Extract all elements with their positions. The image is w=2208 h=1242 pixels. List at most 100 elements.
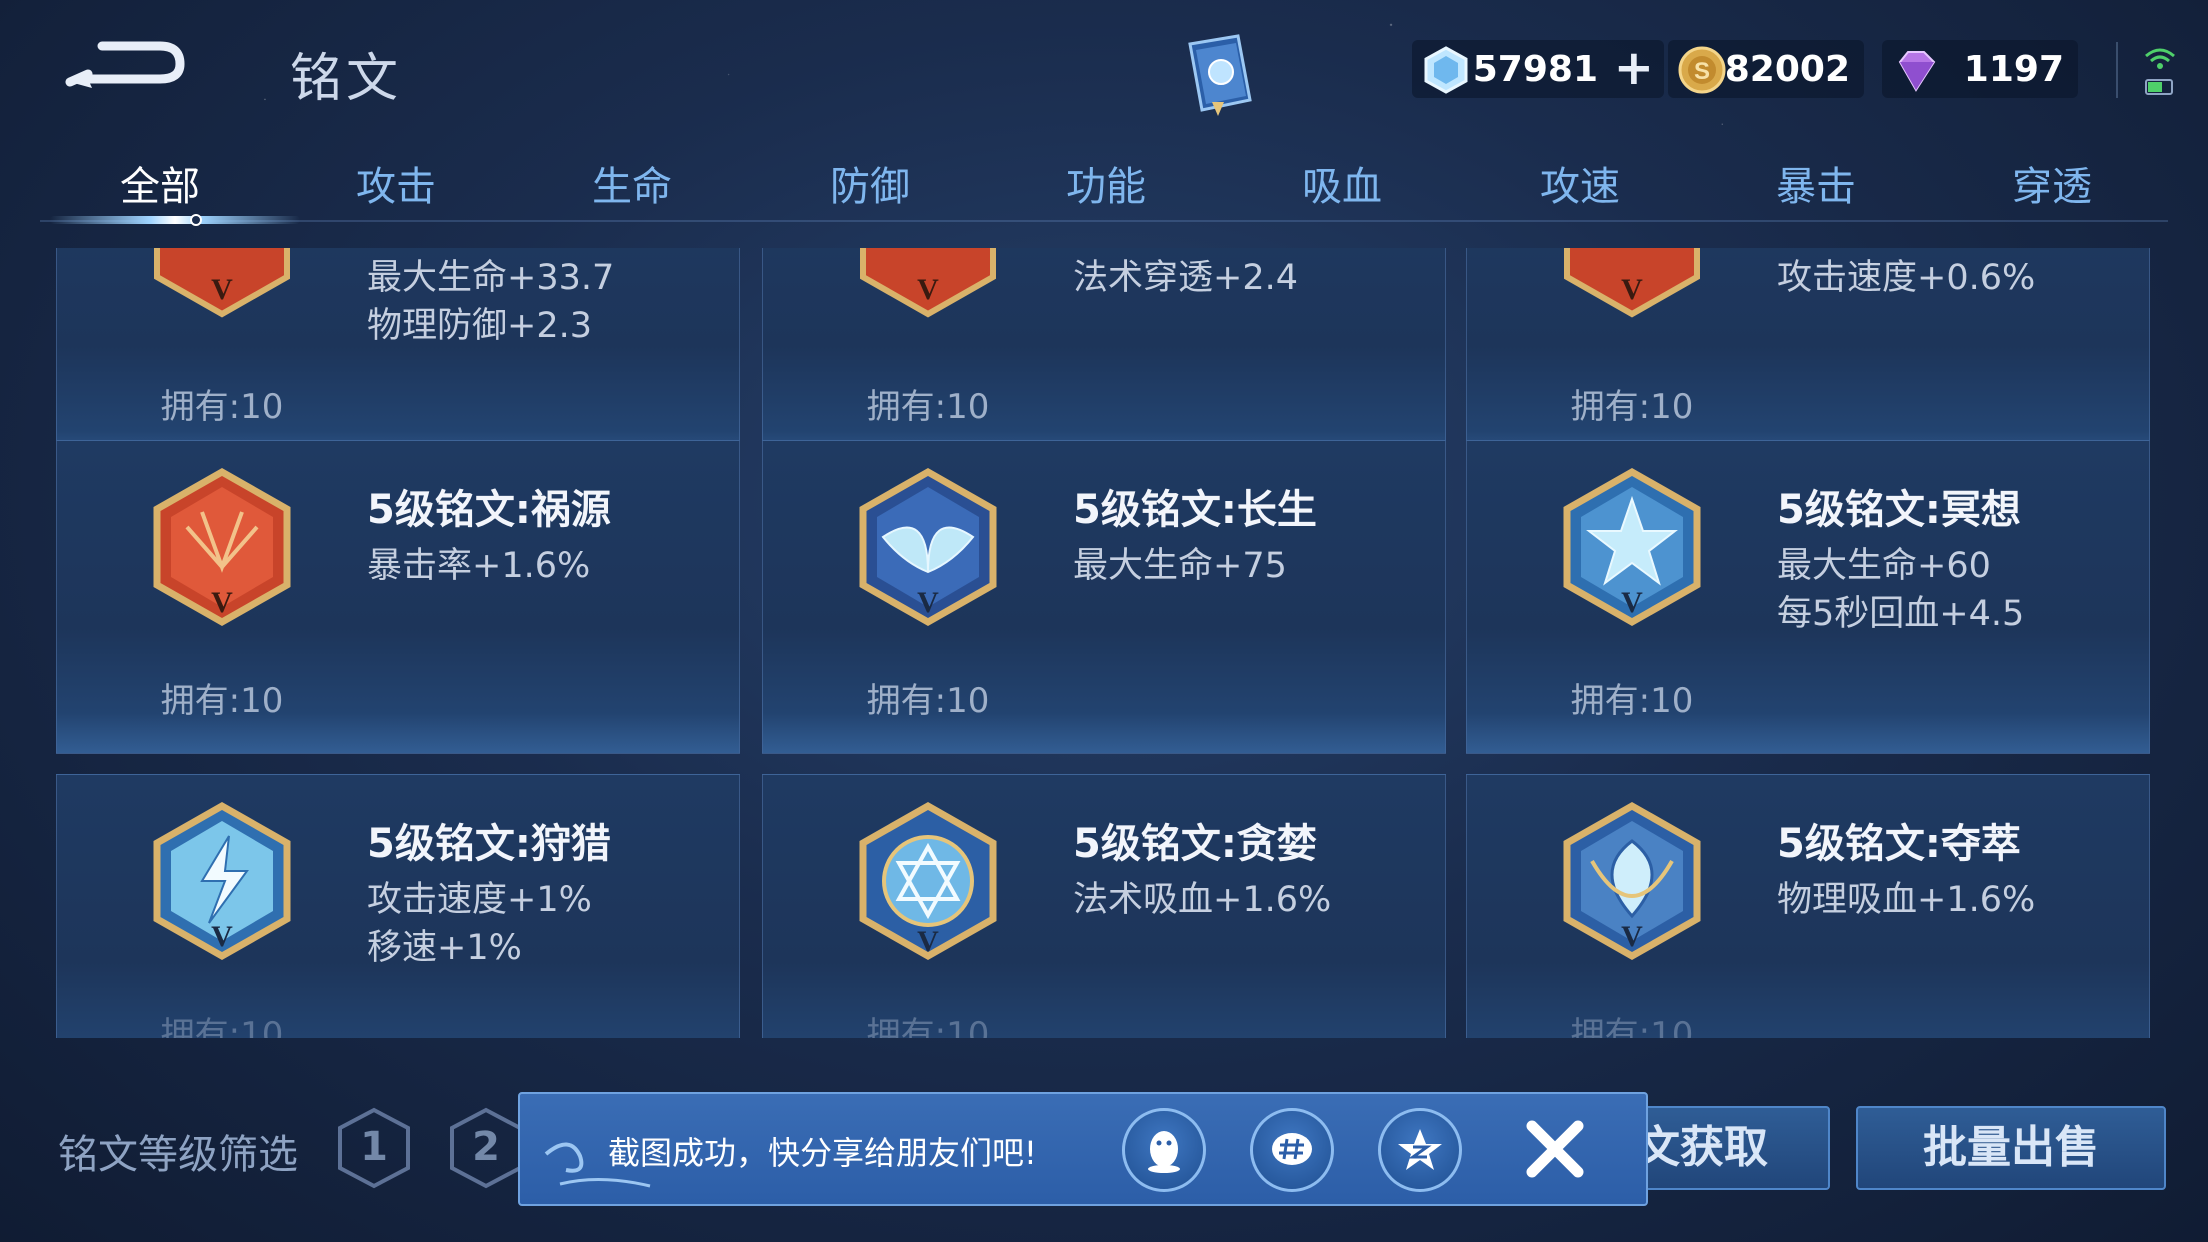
stat-line: 最大生命+33.7 (367, 258, 615, 298)
gold-currency: S 82002 (1668, 40, 1864, 98)
diamond-icon (1424, 46, 1468, 94)
category-tabs: 全部 攻击 生命 防御 功能 吸血 攻速 暴击 穿透 (40, 150, 2168, 230)
inscription-book-icon[interactable] (1172, 30, 1264, 118)
page-title: 铭文 (290, 49, 403, 109)
svg-text:V: V (211, 273, 233, 306)
inscription-card[interactable]: V 5级铭文:狩猎 攻击速度+1% 移速+1% 拥有:10 (56, 774, 740, 1038)
huoyuan-inscription-icon: V (153, 467, 291, 627)
stat-line: 移速+1% (367, 928, 522, 968)
owned-count: 拥有:10 (160, 681, 284, 721)
level-filter-2-button[interactable]: 2 (448, 1106, 524, 1190)
level-number: 2 (472, 1124, 500, 1170)
stat-line: 最大生命+75 (1073, 546, 1287, 586)
wifi-battery-icon (2145, 48, 2175, 95)
inscription-name: 5级铭文:夺萃 (1777, 821, 2021, 867)
inscription-grid: V 最大生命+33.7 物理防御+2.3 拥有:10 V 法术穿透+2.4 拥有… (56, 248, 2154, 1038)
inscription-card[interactable]: V 攻击速度+0.6% 拥有:10 (1466, 248, 2150, 472)
inscription-name: 5级铭文:冥想 (1777, 487, 2021, 533)
level-number: 1 (360, 1124, 388, 1170)
svg-text:V: V (1621, 920, 1643, 953)
inscription-card[interactable]: V 法术穿透+2.4 拥有:10 (762, 248, 1446, 472)
gold-coin-icon: S (1678, 46, 1726, 94)
tab-attack[interactable]: 攻击 (316, 154, 476, 212)
inscription-card[interactable]: V 5级铭文:贪婪 法术吸血+1.6% 拥有:10 (762, 774, 1446, 1038)
red-inscription-icon: V (1564, 248, 1700, 318)
owned-count: 拥有:10 (1570, 1015, 1694, 1038)
stat-line: 暴击率+1.6% (367, 546, 591, 586)
stat-line: 法术吸血+1.6% (1073, 880, 1332, 920)
stat-line: 攻击速度+1% (367, 880, 592, 920)
active-tab-dot (190, 214, 202, 226)
red-inscription-icon: V (154, 248, 290, 318)
owned-count: 拥有:10 (866, 1015, 990, 1038)
qq-icon (1148, 1131, 1180, 1173)
inscription-card[interactable]: V 5级铭文:长生 最大生命+75 拥有:10 (762, 440, 1446, 754)
gem-amount: 1197 (1963, 49, 2064, 90)
stat-line: 攻击速度+0.6% (1777, 258, 2036, 298)
svg-text:V: V (1621, 273, 1643, 306)
header-divider (2116, 42, 2118, 98)
svg-text:V: V (917, 925, 939, 958)
purple-gem-icon (1898, 51, 1936, 92)
close-icon[interactable] (1520, 1114, 1590, 1184)
owned-count: 拥有:10 (1570, 387, 1694, 427)
inscription-name: 5级铭文:祸源 (367, 487, 611, 533)
tab-underline (40, 220, 2168, 222)
inscription-card[interactable]: V 5级铭文:夺萃 物理吸血+1.6% 拥有:10 (1466, 774, 2150, 1038)
svg-text:S: S (1694, 58, 1710, 85)
tab-all[interactable]: 全部 (80, 154, 240, 212)
add-currency-button[interactable]: + (1614, 44, 1654, 92)
tab-penetration[interactable]: 穿透 (1972, 154, 2132, 212)
duocui-inscription-icon: V (1563, 801, 1701, 961)
owned-count: 拥有:10 (160, 1015, 284, 1038)
hashtag-icon (1272, 1133, 1312, 1165)
moments-share-button[interactable] (1250, 1108, 1334, 1192)
red-inscription-icon: V (860, 248, 996, 318)
svg-text:V: V (917, 273, 939, 306)
shoulie-inscription-icon: V (153, 801, 291, 961)
mingxiang-inscription-icon: V (1563, 467, 1701, 627)
inscription-name: 5级铭文:贪婪 (1073, 821, 1317, 867)
stat-line: 法术穿透+2.4 (1073, 258, 1298, 298)
back-arrow-icon[interactable] (62, 30, 192, 100)
bulk-sell-button[interactable]: 批量出售 (1856, 1106, 2166, 1190)
stat-line: 物理吸血+1.6% (1777, 880, 2036, 920)
stat-line: 每5秒回血+4.5 (1777, 594, 2025, 634)
qzone-share-button[interactable] (1378, 1108, 1462, 1192)
svg-text:V: V (211, 586, 233, 619)
gem-currency: 1197 (1882, 40, 2078, 98)
star-icon (1398, 1129, 1442, 1170)
diamond-currency: 57981 + (1412, 40, 1664, 98)
level-filter-1-button[interactable]: 1 (336, 1106, 412, 1190)
inscription-card[interactable]: V 最大生命+33.7 物理防御+2.3 拥有:10 (56, 248, 740, 472)
tab-attack-speed[interactable]: 攻速 (1500, 154, 1660, 212)
active-tab-indicator (50, 216, 300, 224)
changsheng-inscription-icon: V (859, 467, 997, 627)
diamond-amount: 57981 (1472, 49, 1598, 90)
inscription-card[interactable]: V 5级铭文:冥想 最大生命+60 每5秒回血+4.5 拥有:10 (1466, 440, 2150, 754)
screenshot-share-bar: 截图成功，快分享给朋友们吧! (518, 1092, 1648, 1206)
tab-critical[interactable]: 暴击 (1736, 154, 1896, 212)
svg-text:V: V (1621, 586, 1643, 619)
level-filter-label: 铭文等级筛选 (58, 1132, 298, 1178)
tab-function[interactable]: 功能 (1026, 154, 1186, 212)
owned-count: 拥有:10 (1570, 681, 1694, 721)
inscription-card[interactable]: V 5级铭文:祸源 暴击率+1.6% 拥有:10 (56, 440, 740, 754)
share-message: 截图成功，快分享给朋友们吧! (608, 1134, 1037, 1172)
stat-line: 物理防御+2.3 (367, 306, 592, 346)
tanlan-inscription-icon: V (859, 801, 997, 961)
svg-text:V: V (917, 586, 939, 619)
stat-line: 最大生命+60 (1777, 546, 1991, 586)
gold-amount: 82002 (1724, 49, 1850, 90)
qq-share-button[interactable] (1122, 1108, 1206, 1192)
owned-count: 拥有:10 (866, 681, 990, 721)
tab-health[interactable]: 生命 (552, 154, 712, 212)
owned-count: 拥有:10 (866, 387, 990, 427)
inscription-name: 5级铭文:长生 (1073, 487, 1317, 533)
svg-text:V: V (211, 920, 233, 953)
tab-lifesteal[interactable]: 吸血 (1262, 154, 1422, 212)
tab-defense[interactable]: 防御 (790, 154, 950, 212)
inscription-name: 5级铭文:狩猎 (367, 821, 611, 867)
header: 铭文 57981 + S 82002 1197 (0, 0, 2208, 130)
owned-count: 拥有:10 (160, 387, 284, 427)
